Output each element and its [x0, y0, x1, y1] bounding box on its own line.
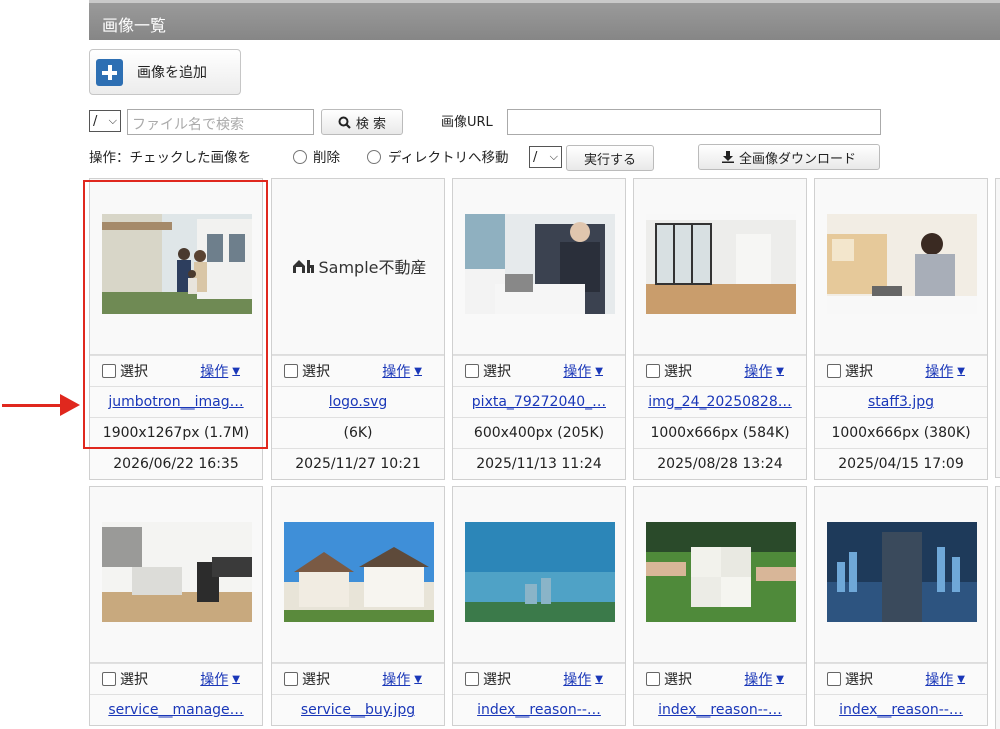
- page-title-bar: 画像一覧: [89, 0, 1000, 40]
- file-name-link[interactable]: img_24_20250828…: [648, 394, 792, 410]
- thumbnail-image[interactable]: [465, 214, 615, 314]
- select-checkbox[interactable]: 選択: [465, 361, 511, 381]
- operation-menu-link[interactable]: 操作 ▼: [744, 361, 784, 381]
- image-card: 選択 操作 ▼ img_24_20250828… 1000x666px (584K…: [633, 178, 807, 480]
- image-date: 2025/11/27 10:21: [272, 448, 444, 479]
- operation-menu-link[interactable]: 操作 ▼: [200, 669, 240, 689]
- caret-down-icon: ▼: [957, 673, 965, 685]
- file-name-link[interactable]: index__reason--…: [839, 702, 963, 718]
- select-checkbox[interactable]: 選択: [646, 669, 692, 689]
- image-card: 選択 操作 ▼ index__reason--…: [452, 486, 626, 726]
- move-option-label: ディレクトリへ移動: [388, 150, 509, 166]
- caret-down-icon: ▼: [776, 673, 784, 685]
- search-input[interactable]: ファイル名で検索: [127, 109, 314, 135]
- plus-icon: [96, 58, 123, 86]
- bulk-ops-label: 操作：チェックした画像を: [89, 150, 251, 166]
- chevron-down-icon: ⌵: [108, 114, 117, 127]
- image-url-label: 画像URL: [441, 115, 493, 130]
- thumbnail-image[interactable]: [646, 214, 796, 314]
- caret-down-icon: ▼: [595, 365, 603, 377]
- thumbnail-image[interactable]: [646, 522, 796, 622]
- select-checkbox[interactable]: 選択: [465, 669, 511, 689]
- file-name-link[interactable]: pixta_79272040_…: [472, 394, 606, 410]
- operation-menu-link[interactable]: 操作 ▼: [563, 361, 603, 381]
- page-title: 画像一覧: [102, 16, 167, 35]
- image-card: 選択 操作 ▼ pixta_79272040_… 600x400px (205K)…: [452, 178, 626, 480]
- select-checkbox[interactable]: 選択: [102, 669, 148, 689]
- caret-down-icon: ▼: [595, 673, 603, 685]
- thumbnail-image[interactable]: [284, 522, 434, 622]
- file-name-link[interactable]: staff3.jpg: [868, 394, 934, 410]
- delete-radio[interactable]: [293, 150, 307, 164]
- select-checkbox[interactable]: 選択: [827, 361, 873, 381]
- image-date: 2026/06/22 16:35: [90, 448, 262, 479]
- image-card: 選択 操作 ▼ service__manage…: [89, 486, 263, 726]
- file-name-link[interactable]: index__reason--…: [658, 702, 782, 718]
- image-card: Sample不動産 選択 操作 ▼ logo.svg (6K) 2025/11/2…: [271, 178, 445, 480]
- caret-down-icon: ▼: [414, 365, 422, 377]
- operation-menu-link[interactable]: 操作 ▼: [925, 669, 965, 689]
- image-date: 2025/04/15 17:09: [815, 448, 987, 479]
- image-card: 選択 操作 ▼ index__reason--…: [814, 486, 988, 726]
- caret-down-icon: ▼: [776, 365, 784, 377]
- search-button[interactable]: 検 索: [321, 109, 403, 135]
- caret-down-icon: ▼: [957, 365, 965, 377]
- operation-menu-link[interactable]: 操作 ▼: [382, 669, 422, 689]
- select-checkbox[interactable]: 選択: [284, 361, 330, 381]
- image-card-partial: [995, 486, 1000, 729]
- download-all-button[interactable]: 全画像ダウンロード: [698, 144, 880, 170]
- search-icon: [338, 116, 351, 129]
- move-radio[interactable]: [367, 150, 381, 164]
- image-card: 選択 操作 ▼ index__reason--…: [633, 486, 807, 726]
- image-date: 2025/08/28 13:24: [634, 448, 806, 479]
- thumbnail-image[interactable]: [102, 522, 252, 622]
- select-checkbox[interactable]: 選択: [827, 669, 873, 689]
- image-card: 選択 操作 ▼ service__buy.jpg: [271, 486, 445, 726]
- execute-button[interactable]: 実行する: [566, 145, 654, 171]
- directory-filter-select[interactable]: / ⌵: [89, 110, 121, 132]
- file-name-link[interactable]: logo.svg: [329, 394, 388, 410]
- add-image-button[interactable]: 画像を追加: [89, 49, 241, 95]
- image-card: 選択 操作 ▼ staff3.jpg 1000x666px (380K) 2025…: [814, 178, 988, 480]
- image-url-field[interactable]: [507, 109, 881, 135]
- operation-menu-link[interactable]: 操作 ▼: [382, 361, 422, 381]
- target-directory-select[interactable]: / ⌵: [529, 146, 562, 168]
- chevron-down-icon: ⌵: [549, 150, 558, 163]
- caret-down-icon: ▼: [414, 673, 422, 685]
- select-checkbox[interactable]: 選択: [646, 361, 692, 381]
- add-image-label: 画像を追加: [137, 65, 207, 81]
- image-size: 600x400px (205K): [453, 417, 625, 448]
- file-name-link[interactable]: service__buy.jpg: [301, 702, 415, 718]
- image-size: (6K): [272, 417, 444, 448]
- file-name-link[interactable]: service__manage…: [108, 702, 243, 718]
- select-checkbox[interactable]: 選択: [284, 669, 330, 689]
- image-date: 2025/11/13 11:24: [453, 448, 625, 479]
- file-name-link[interactable]: index__reason--…: [477, 702, 601, 718]
- operation-menu-link[interactable]: 操作 ▼: [744, 669, 784, 689]
- caret-down-icon: ▼: [232, 673, 240, 685]
- thumbnail-image[interactable]: [827, 214, 977, 314]
- logo-thumbnail[interactable]: Sample不動産: [284, 254, 434, 278]
- delete-option-label: 削除: [313, 150, 340, 166]
- search-label: 検 索: [355, 116, 387, 132]
- thumbnail-image[interactable]: [827, 522, 977, 622]
- operation-menu-link[interactable]: 操作 ▼: [563, 669, 603, 689]
- operation-menu-link[interactable]: 操作 ▼: [925, 361, 965, 381]
- download-icon: [721, 151, 734, 163]
- image-card-partial: [995, 178, 1000, 478]
- download-all-label: 全画像ダウンロード: [738, 151, 856, 167]
- image-size: 1000x666px (380K): [815, 417, 987, 448]
- image-size: 1000x666px (584K): [634, 417, 806, 448]
- highlight-box: [83, 180, 268, 449]
- thumbnail-image[interactable]: [465, 522, 615, 622]
- arrow-head-icon: [60, 394, 80, 416]
- house-logo-icon: [292, 260, 314, 273]
